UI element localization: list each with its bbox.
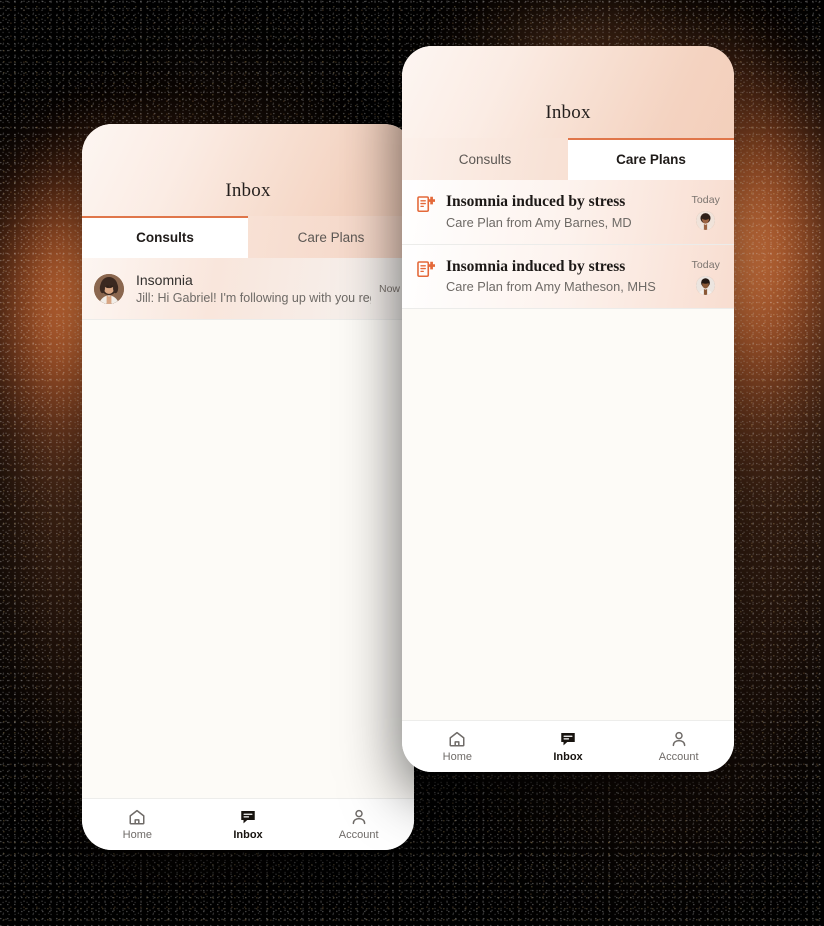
person-icon bbox=[670, 730, 688, 748]
front-page-title: Inbox bbox=[545, 102, 591, 123]
list-item[interactable]: Insomnia Jill: Hi Gabriel! I'm following… bbox=[82, 258, 414, 320]
list-item-timestamp: Today bbox=[691, 194, 720, 206]
list-item-body: Insomnia induced by stress Care Plan fro… bbox=[446, 193, 683, 231]
back-tab-consults-label: Consults bbox=[136, 229, 194, 245]
nav-item-account[interactable]: Account bbox=[303, 808, 414, 841]
list-item-meta: Today bbox=[691, 258, 720, 295]
front-tab-bar: Consults Care Plans bbox=[402, 138, 734, 180]
front-tab-consults[interactable]: Consults bbox=[402, 138, 568, 180]
chat-bubble-icon bbox=[239, 808, 257, 826]
list-item-subtitle: Care Plan from Amy Matheson, MHS bbox=[446, 279, 656, 295]
nav-item-inbox[interactable]: Inbox bbox=[193, 808, 304, 841]
back-inbox-list: Insomnia Jill: Hi Gabriel! I'm following… bbox=[82, 258, 414, 798]
front-app-header: Inbox bbox=[402, 46, 734, 138]
front-bottom-nav: Home Inbox Account bbox=[402, 720, 734, 772]
back-bottom-nav: Home Inbox Account bbox=[82, 798, 414, 850]
person-icon bbox=[350, 808, 368, 826]
phone-back: Inbox Consults Care Plans Insomnia Jill:… bbox=[82, 124, 414, 850]
back-page-title: Inbox bbox=[225, 180, 271, 201]
back-tab-care-plans[interactable]: Care Plans bbox=[248, 216, 414, 258]
front-care-plans-list: Insomnia induced by stress Care Plan fro… bbox=[402, 180, 734, 720]
home-icon bbox=[128, 808, 146, 826]
nav-label-account: Account bbox=[658, 751, 699, 763]
care-plan-document-icon bbox=[414, 195, 436, 214]
nav-label-inbox: Inbox bbox=[553, 751, 583, 763]
back-tab-bar: Consults Care Plans bbox=[82, 216, 414, 258]
list-item-title: Insomnia induced by stress bbox=[446, 257, 626, 275]
list-item-timestamp: Today bbox=[691, 258, 720, 271]
back-tab-care-plans-label: Care Plans bbox=[297, 229, 365, 245]
list-item-meta: Today bbox=[691, 193, 720, 230]
nav-label-inbox: Inbox bbox=[233, 829, 263, 841]
chat-bubble-icon bbox=[559, 730, 577, 748]
avatar bbox=[696, 275, 716, 295]
phone-front: Inbox Consults Care Plans Insomnia induc… bbox=[402, 46, 734, 772]
list-item-body: Insomnia Jill: Hi Gabriel! I'm following… bbox=[136, 272, 371, 306]
list-item-title: Insomnia bbox=[136, 271, 193, 288]
list-item-body: Insomnia induced by stress Care Plan fro… bbox=[446, 258, 683, 296]
nav-label-home: Home bbox=[442, 751, 472, 763]
back-tab-consults[interactable]: Consults bbox=[82, 216, 248, 258]
nav-item-home[interactable]: Home bbox=[82, 808, 193, 841]
back-app-header: Inbox bbox=[82, 124, 414, 216]
list-item-subtitle: Care Plan from Amy Barnes, MD bbox=[446, 214, 632, 230]
scene: Inbox Consults Care Plans Insomnia Jill:… bbox=[0, 0, 824, 926]
avatar bbox=[696, 211, 716, 230]
list-item[interactable]: Insomnia induced by stress Care Plan fro… bbox=[402, 180, 734, 245]
nav-item-account[interactable]: Account bbox=[623, 730, 734, 763]
front-tab-care-plans[interactable]: Care Plans bbox=[568, 138, 734, 180]
nav-label-home: Home bbox=[122, 829, 152, 841]
care-plan-document-icon bbox=[414, 260, 436, 279]
avatar bbox=[94, 273, 124, 304]
front-tab-care-plans-label: Care Plans bbox=[616, 151, 686, 167]
list-item-title: Insomnia induced by stress bbox=[446, 193, 626, 210]
list-item[interactable]: Insomnia induced by stress Care Plan fro… bbox=[402, 244, 734, 310]
list-item-timestamp: Now bbox=[378, 282, 400, 295]
nav-item-inbox[interactable]: Inbox bbox=[513, 730, 624, 763]
list-item-subtitle: Jill: Hi Gabriel! I'm following up with … bbox=[136, 291, 371, 306]
home-icon bbox=[448, 730, 466, 748]
nav-item-home[interactable]: Home bbox=[402, 730, 513, 763]
front-tab-consults-label: Consults bbox=[458, 151, 512, 167]
nav-label-account: Account bbox=[338, 829, 379, 841]
